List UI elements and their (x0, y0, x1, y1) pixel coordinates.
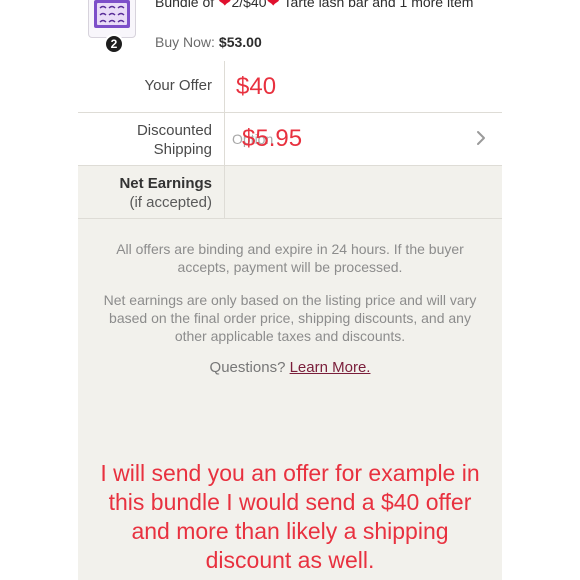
net-earnings-label-line1: Net Earnings (119, 175, 212, 192)
net-earnings-row: Net Earnings (if accepted) (78, 166, 502, 219)
bundle-title-start: Bundle of (155, 0, 219, 10)
offer-input[interactable]: $40 (236, 73, 276, 101)
chevron-right-icon[interactable] (474, 128, 488, 148)
annotation-line: I will send you an offer for example in (100, 460, 480, 486)
net-earnings-label-line2: (if accepted) (129, 194, 212, 211)
row-divider (224, 166, 225, 218)
bundle-item-count-badge: 2 (104, 34, 124, 54)
annotation-line: and more than likely a shipping (131, 518, 449, 544)
shipping-label-line1: Discounted (136, 122, 212, 139)
lash-palette-icon (88, 0, 136, 38)
annotation-line: this bundle I would send a $40 offer (108, 489, 472, 515)
learn-more-link[interactable]: Learn More. (290, 359, 371, 376)
net-earnings-label: Net Earnings (if accepted) (78, 174, 212, 212)
bundle-title-end: Tarte lash bar and 1 more item (279, 0, 474, 10)
buy-now-amount: $53.00 (218, 34, 262, 50)
annotation-line: discount as well. (205, 547, 375, 573)
row-divider (224, 61, 225, 112)
net-earnings-notice: Net earnings are only based on the listi… (103, 292, 477, 344)
help-line: Questions? Learn More. (78, 359, 502, 376)
heart-icon: ❤ (266, 0, 280, 11)
binding-notice: All offers are binding and expire in 24 … (116, 241, 464, 275)
heart-icon: ❤ (218, 0, 232, 11)
offer-label: Your Offer (144, 77, 212, 94)
annotation-note: I will send you an offer for example in … (78, 459, 502, 575)
shipping-label: Discounted Shipping (78, 121, 212, 159)
bundle-summary[interactable]: 2 Bundle of ❤2/$40❤ Tarte lash bar and 1… (78, 0, 502, 62)
buy-now-price: Buy Now: $53.00 (155, 34, 262, 50)
shipping-label-line2: Shipping (153, 141, 212, 158)
shipping-discount-value: $5.95 (242, 125, 303, 152)
offer-row: Your Offer $40 (78, 61, 502, 113)
bundle-title: Bundle of ❤2/$40❤ Tarte lash bar and 1 m… (155, 0, 485, 12)
buy-now-label: Buy Now: (155, 34, 215, 50)
questions-label: Questions? (209, 359, 286, 376)
shipping-discount-row[interactable]: Discounted Shipping Option $5.95 (78, 113, 502, 166)
make-offer-panel: 2 Bundle of ❤2/$40❤ Tarte lash bar and 1… (78, 0, 502, 580)
row-divider (224, 113, 225, 165)
bundle-title-middle: 2/$40 (231, 0, 267, 10)
